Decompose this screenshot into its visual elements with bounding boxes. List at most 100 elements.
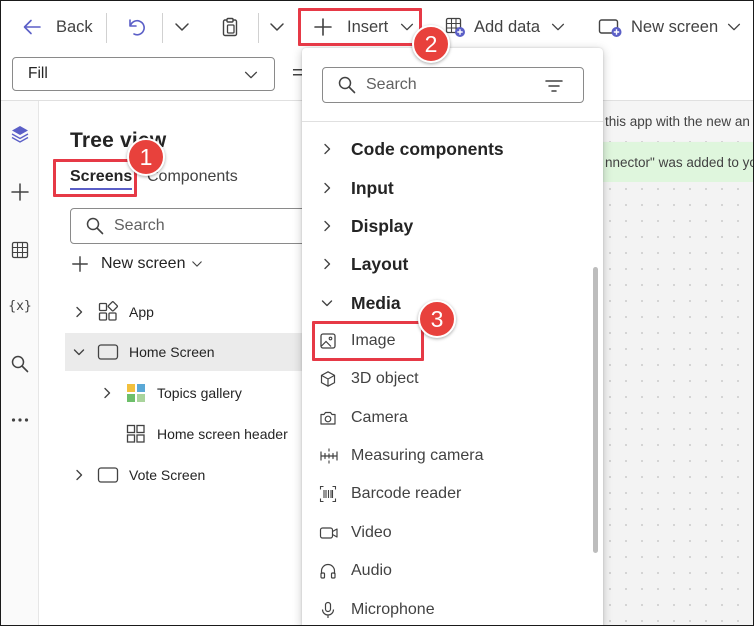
tree-node-app[interactable]: App xyxy=(71,293,305,331)
left-rail: {x} xyxy=(1,101,39,625)
search-icon[interactable] xyxy=(9,353,31,375)
menu-scrollbar[interactable] xyxy=(593,267,598,553)
category-label: Display xyxy=(351,215,414,236)
tree-search-placeholder: Search xyxy=(114,217,165,234)
item-label: Microphone xyxy=(351,601,435,618)
tree-node-home-screen[interactable]: Home Screen xyxy=(65,333,305,371)
step-badge-2: 2 xyxy=(412,25,450,63)
back-button[interactable]: Back xyxy=(21,9,93,45)
category-label: Input xyxy=(351,177,394,198)
item-label: Audio xyxy=(351,562,392,579)
tree-search-input[interactable]: Search xyxy=(70,208,310,244)
category-layout[interactable]: Layout xyxy=(319,249,408,279)
category-code-components[interactable]: Code components xyxy=(319,134,504,164)
tree-view-icon[interactable] xyxy=(9,123,31,145)
menu-divider xyxy=(302,121,603,122)
data-icon[interactable] xyxy=(9,239,31,261)
chevron-right-icon xyxy=(76,469,83,481)
tree-node-label: App xyxy=(129,304,154,320)
paste-button[interactable] xyxy=(219,9,241,45)
tree-node-label: Vote Screen xyxy=(129,467,206,483)
tree-node-vote-screen[interactable]: Vote Screen xyxy=(71,456,305,494)
chevron-down-icon xyxy=(321,300,333,307)
insert-search-placeholder: Search xyxy=(366,76,417,93)
command-bar: Back Insert Add data New screen xyxy=(1,1,753,53)
plus-icon xyxy=(72,256,88,272)
category-label: Media xyxy=(351,292,401,313)
info-notification: this app with the new an xyxy=(602,101,753,141)
back-label: Back xyxy=(56,17,93,36)
chevron-right-icon xyxy=(324,182,331,194)
toolbar-divider xyxy=(258,13,259,43)
camera-icon xyxy=(320,411,336,425)
insert-button[interactable]: Insert xyxy=(313,9,416,45)
gallery-icon xyxy=(127,384,145,402)
category-media[interactable]: Media xyxy=(319,288,401,318)
video-icon xyxy=(319,527,338,539)
chevron-down-icon xyxy=(73,349,85,356)
item-label: Video xyxy=(351,524,392,541)
add-data-label: Add data xyxy=(474,17,541,36)
chevron-right-icon xyxy=(76,306,83,318)
insert-microphone-item[interactable]: Microphone xyxy=(319,595,435,625)
screen-icon xyxy=(97,467,119,483)
step-badge-1: 1 xyxy=(127,138,165,176)
barcode-icon xyxy=(319,485,337,503)
chevron-right-icon xyxy=(324,220,331,232)
more-icon[interactable] xyxy=(9,409,31,431)
item-label: Camera xyxy=(351,409,408,426)
measure-icon xyxy=(320,448,338,464)
new-screen-button[interactable]: New screen xyxy=(598,9,743,45)
paste-dropdown-button[interactable] xyxy=(267,9,287,45)
clipboard-icon xyxy=(222,17,238,37)
add-data-button[interactable]: Add data xyxy=(444,9,567,45)
tree-new-screen-button[interactable]: New screen xyxy=(71,255,204,273)
chevron-down-icon xyxy=(175,23,189,31)
category-display[interactable]: Display xyxy=(319,211,413,241)
insert-menu: Search Code components Input Display Lay… xyxy=(302,48,603,625)
new-screen-label: New screen xyxy=(101,255,186,272)
property-dropdown[interactable]: Fill xyxy=(12,57,275,91)
app-frame: Back Insert Add data New screen Fill = {… xyxy=(0,0,754,626)
insert-camera-item[interactable]: Camera xyxy=(319,403,408,433)
tab-components[interactable]: Components xyxy=(147,168,238,186)
cube-icon xyxy=(320,371,336,387)
headphones-icon xyxy=(320,563,336,579)
search-icon xyxy=(86,217,104,235)
tree-node-label: Home screen header xyxy=(157,426,288,442)
chevron-down-icon xyxy=(551,23,565,31)
insert-3d-object-item[interactable]: 3D object xyxy=(319,364,419,394)
success-notification: nnector" was added to yo xyxy=(602,142,753,182)
insert-video-item[interactable]: Video xyxy=(319,518,392,548)
insert-image-item[interactable]: Image xyxy=(319,326,395,356)
toolbar-divider xyxy=(106,13,107,43)
chevron-right-icon xyxy=(104,387,111,399)
plus-icon xyxy=(314,18,332,36)
image-icon xyxy=(320,333,336,349)
tree-node-topics-gallery[interactable]: Topics gallery xyxy=(99,374,305,412)
insert-barcode-reader-item[interactable]: Barcode reader xyxy=(319,479,461,509)
back-arrow-icon xyxy=(23,19,41,35)
insert-audio-item[interactable]: Audio xyxy=(319,556,392,586)
category-label: Code components xyxy=(351,138,504,159)
tree-view-panel: Tree view Screens Components Search New … xyxy=(51,101,310,625)
tab-screens[interactable]: Screens xyxy=(70,168,133,190)
filter-icon[interactable] xyxy=(545,78,563,94)
category-label: Layout xyxy=(351,253,409,274)
category-input[interactable]: Input xyxy=(319,173,394,203)
item-label: Barcode reader xyxy=(351,485,462,502)
insert-search-input[interactable]: Search xyxy=(322,67,584,103)
variables-icon[interactable]: {x} xyxy=(8,295,31,317)
item-label: 3D object xyxy=(351,370,419,387)
insert-label: Insert xyxy=(347,17,389,36)
undo-button[interactable] xyxy=(125,9,147,45)
tree-node-home-screen-header[interactable]: Home screen header xyxy=(125,415,305,453)
component-icon xyxy=(126,424,145,443)
undo-dropdown-button[interactable] xyxy=(172,9,192,45)
insert-icon[interactable] xyxy=(9,181,31,203)
step-badge-3: 3 xyxy=(418,300,456,338)
undo-icon xyxy=(129,19,145,36)
chevron-down-icon xyxy=(728,23,741,31)
insert-measuring-camera-item[interactable]: Measuring camera xyxy=(319,441,484,471)
chevron-right-icon xyxy=(324,258,331,270)
